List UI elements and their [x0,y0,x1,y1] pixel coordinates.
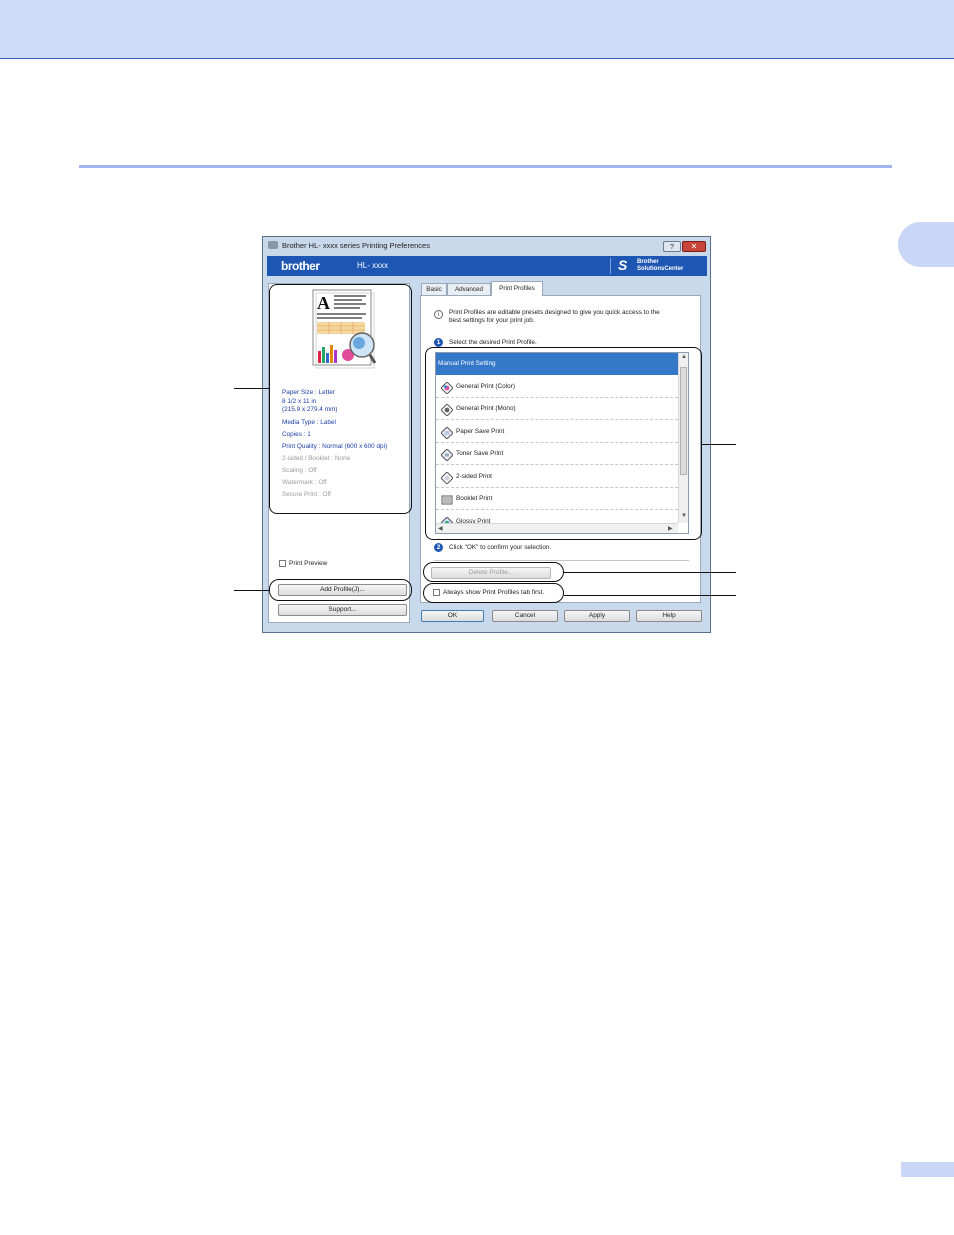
callout-add-profile [269,579,412,601]
brand-bar: brother HL- xxxx S Brother SolutionsCent… [267,256,707,276]
step-1-text: Select the desired Print Profile. [449,339,537,346]
brother-logo: brother [281,259,320,273]
leader-line-delete-profile [564,572,736,574]
callout-delete-profile [423,562,564,582]
cancel-button[interactable]: Cancel [492,610,558,622]
step-2-badge: 2 [434,543,443,552]
ok-button[interactable]: OK [421,610,484,622]
print-preview-checkbox[interactable] [279,560,286,567]
leader-line-settings [234,388,269,390]
print-preview-label: Print Preview [289,560,328,567]
dialog-title: Brother HL- xxxx series Printing Prefere… [282,241,430,250]
support-button[interactable]: Support... [278,604,407,616]
tab-print-profiles[interactable]: Print Profiles [491,281,543,296]
apply-button[interactable]: Apply [564,610,630,622]
intro-text-line1: Print Profiles are editable presets desi… [449,309,660,316]
title-close-button[interactable]: ✕ [682,241,706,252]
chapter-tab [898,222,954,267]
info-icon: i [434,310,443,319]
section-rule [79,165,892,168]
printer-icon [268,241,278,249]
intro-text-line2: best settings for your print job. [449,317,535,324]
solutions-center-icon[interactable]: S [618,257,627,273]
step-2-text: Click "OK" to confirm your selection. [449,544,552,551]
callout-profile-list [425,347,702,540]
title-help-button[interactable]: ? [663,241,681,252]
page-number-tab [901,1162,954,1177]
tab-advanced[interactable]: Advanced [447,283,491,295]
leader-line-add-profile [234,590,269,592]
title-bar: Brother HL- xxxx series Printing Prefere… [263,237,710,255]
solutions-center-link-line2[interactable]: SolutionsCenter [637,266,683,272]
help-button[interactable]: Help [636,610,702,622]
leader-line-list [702,444,736,446]
step-1-badge: 1 [434,338,443,347]
solutions-center-link-line1[interactable]: Brother [637,259,659,265]
divider [434,560,689,561]
callout-always-show [423,583,564,603]
leader-line-always-show [564,595,736,597]
page-header-band [0,0,954,59]
tab-basic[interactable]: Basic [421,283,447,295]
brand-divider [610,258,611,274]
model-name: HL- xxxx [357,261,389,270]
callout-settings-summary [269,284,412,514]
